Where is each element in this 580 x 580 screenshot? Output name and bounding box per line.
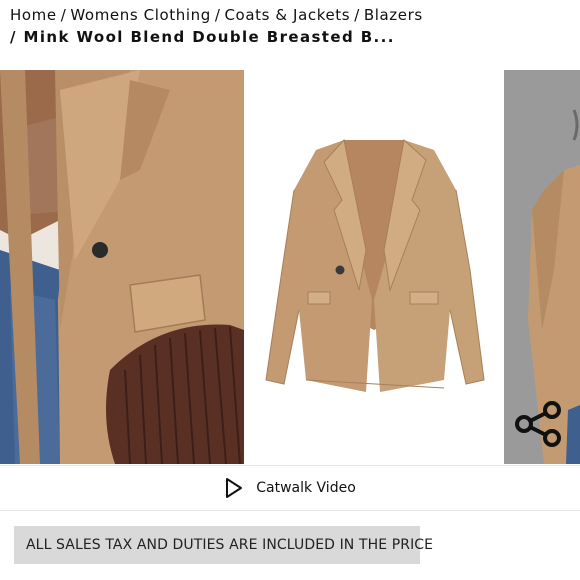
breadcrumb-separator: / bbox=[354, 6, 360, 24]
model-closeup-image bbox=[0, 70, 244, 464]
breadcrumb-separator: / bbox=[60, 6, 67, 24]
breadcrumb-separator: / bbox=[10, 28, 17, 46]
gallery-image-model-closeup[interactable] bbox=[0, 70, 244, 464]
tax-notice-text: ALL SALES TAX AND DUTIES ARE INCLUDED IN… bbox=[26, 537, 434, 553]
breadcrumb-blazers[interactable]: Blazers bbox=[364, 6, 423, 24]
breadcrumb-current: Mink Wool Blend Double Breasted B... bbox=[23, 28, 395, 46]
gallery-image-product-flatlay[interactable] bbox=[244, 70, 504, 464]
breadcrumb-home[interactable]: Home bbox=[10, 6, 57, 24]
catwalk-video-label: Catwalk Video bbox=[256, 480, 356, 496]
share-button[interactable] bbox=[514, 400, 566, 448]
product-flatlay-image bbox=[244, 70, 504, 464]
play-icon bbox=[226, 478, 243, 498]
share-icon bbox=[515, 401, 561, 447]
product-image-gallery[interactable] bbox=[0, 70, 580, 464]
breadcrumb-current-row: / Mink Wool Blend Double Breasted B... bbox=[10, 26, 575, 48]
breadcrumb-trail: Home / Womens Clothing / Coats & Jackets / Bla… bbox=[10, 4, 575, 26]
tax-notice-banner: ALL SALES TAX AND DUTIES ARE INCLUDED IN… bbox=[14, 526, 433, 564]
divider bbox=[0, 510, 580, 511]
breadcrumb: Home / Womens Clothing / Coats & Jackets / Bla… bbox=[10, 4, 575, 48]
breadcrumb-separator: / bbox=[214, 6, 221, 24]
catwalk-video-button[interactable]: Catwalk Video bbox=[0, 466, 580, 510]
breadcrumb-coats-jackets[interactable]: Coats & Jackets bbox=[224, 6, 350, 24]
breadcrumb-womens-clothing[interactable]: Womens Clothing bbox=[70, 6, 210, 24]
